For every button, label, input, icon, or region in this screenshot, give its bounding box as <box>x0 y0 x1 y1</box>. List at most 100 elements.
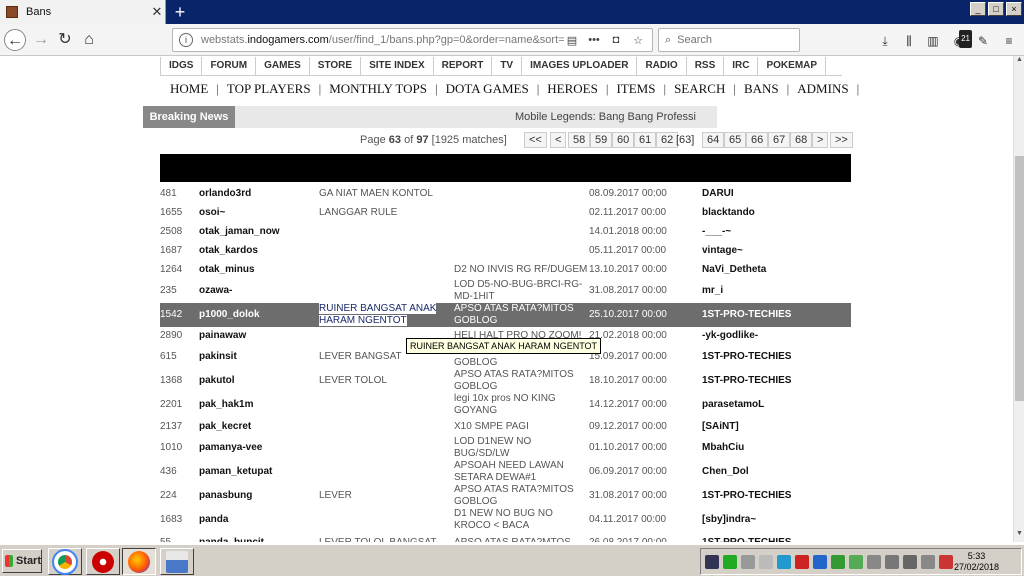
mainmenu-admins[interactable]: ADMINS <box>797 81 848 97</box>
url-bar[interactable]: i webstats.indogamers.com/user/find_1/ba… <box>172 28 653 52</box>
tray-tool-icon[interactable] <box>759 555 773 569</box>
addon-icon[interactable]: ✎ <box>974 32 992 50</box>
mainmenu-bans[interactable]: BANS <box>744 81 779 97</box>
topmenu-item-store[interactable]: STORE <box>310 56 362 75</box>
page-button[interactable]: 65 <box>724 132 747 148</box>
banned-by[interactable]: vintage~ <box>702 241 851 260</box>
topmenu-item-report[interactable]: REPORT <box>434 56 493 75</box>
pocket-icon[interactable]: ◘ <box>608 34 624 46</box>
player-name[interactable]: pakutol <box>199 369 319 393</box>
banned-by[interactable]: mr_i <box>702 279 851 303</box>
banned-by[interactable]: -yk-godlike- <box>702 327 851 345</box>
search-input[interactable] <box>677 34 788 46</box>
tray-blue-icon[interactable] <box>777 555 791 569</box>
clock[interactable]: 5:33 27/02/2018 <box>954 551 999 573</box>
banned-by[interactable]: 1ST-PRO-TECHIES <box>702 369 851 393</box>
taskbar-firefox[interactable] <box>122 548 156 575</box>
close-window-icon[interactable]: × <box>1006 2 1022 16</box>
tray-signal-icon[interactable] <box>903 555 917 569</box>
page-button[interactable]: << <box>524 132 547 148</box>
tray-chat-icon[interactable] <box>723 555 737 569</box>
tray-shield-icon[interactable] <box>813 555 827 569</box>
player-name[interactable]: painawaw <box>199 327 319 345</box>
table-row[interactable]: 2201 pak_hak1m legi 10x pros NO KING GOYAN… <box>160 393 851 417</box>
banned-by[interactable]: [SAiNT] <box>702 417 851 436</box>
vertical-scrollbar[interactable]: ▲ ▼ <box>1013 56 1024 542</box>
banned-by[interactable]: 1ST-PRO-TECHIES <box>702 484 851 508</box>
table-row[interactable]: 1542 p1000_dolok RUINER BANGSAT ANAK HARAM… <box>160 303 851 327</box>
player-name[interactable]: pakinsit <box>199 345 319 369</box>
topmenu-item-rss[interactable]: RSS <box>687 56 725 75</box>
table-row[interactable]: 436 paman_ketupat APSOAH NEED LAWAN SETARA… <box>160 460 851 484</box>
player-name[interactable]: ozawa- <box>199 279 319 303</box>
page-button[interactable]: 68 <box>790 132 813 148</box>
banned-by[interactable]: parasetamoL <box>702 393 851 417</box>
table-row[interactable]: 1010 pamanya-vee LOD D1NEW NO BUG/SD/LW 01.… <box>160 436 851 460</box>
table-row[interactable]: 2137 pak_kecret X10 SMPE PAGI 09.12.2017 00… <box>160 417 851 436</box>
player-name[interactable]: panda_buncit <box>199 532 319 542</box>
taskbar-chrome[interactable] <box>48 548 82 575</box>
tray-app-icon[interactable] <box>705 555 719 569</box>
table-row[interactable]: 1683 panda D1 NEW NO BUG NO KROCO < BACA 04… <box>160 508 851 532</box>
page-button[interactable]: >> <box>830 132 853 148</box>
player-name[interactable]: orlando3rd <box>199 184 319 203</box>
scroll-thumb[interactable] <box>1015 156 1024 401</box>
player-name[interactable]: p1000_dolok <box>199 303 319 327</box>
download-icon[interactable]: ⤓ <box>876 32 894 50</box>
topmenu-item-pokemap[interactable]: POKEMAP <box>758 56 827 75</box>
mainmenu-items[interactable]: ITEMS <box>616 81 655 97</box>
sidebar-icon[interactable]: ▥ <box>924 32 942 50</box>
banned-by[interactable]: NaVi_Detheta <box>702 260 851 279</box>
mainmenu-dota-games[interactable]: DOTA GAMES <box>446 81 529 97</box>
tray-update-icon[interactable] <box>831 555 845 569</box>
topmenu-item-images-uploader[interactable]: IMAGES UPLOADER <box>522 56 638 75</box>
banned-by[interactable]: 1ST-PRO-TECHIES <box>702 532 851 542</box>
banned-by[interactable]: DARUI <box>702 184 851 203</box>
topmenu-item-games[interactable]: GAMES <box>256 56 310 75</box>
table-row[interactable]: 2508 otak_jaman_now 14.01.2018 00:00 -___-~ <box>160 222 851 241</box>
topmenu-item-irc[interactable]: IRC <box>724 56 759 75</box>
topmenu-item-idgs[interactable]: IDGS <box>160 56 203 75</box>
tray-doc-icon[interactable] <box>741 555 755 569</box>
banned-by[interactable]: -___-~ <box>702 222 851 241</box>
player-name[interactable]: pak_hak1m <box>199 393 319 417</box>
banned-by[interactable]: Chen_Dol <box>702 460 851 484</box>
table-row[interactable]: 235 ozawa- LOD D5-NO-BUG-BRCI-RG-MD-1HIT 31… <box>160 279 851 303</box>
topmenu-item-forum[interactable]: FORUM <box>202 56 257 75</box>
browser-tab[interactable]: Bans ✕ <box>0 0 166 24</box>
player-name[interactable]: otak_kardos <box>199 241 319 260</box>
player-name[interactable]: pamanya-vee <box>199 436 319 460</box>
tray-antivirus-icon[interactable] <box>795 555 809 569</box>
bookmark-star-icon[interactable]: ☆ <box>630 34 646 47</box>
table-row[interactable]: 224 panasbung LEVER APSO ATAS RATA?MITOS GO… <box>160 484 851 508</box>
mainmenu-top-players[interactable]: TOP PLAYERS <box>227 81 311 97</box>
page-button[interactable]: 67 <box>768 132 791 148</box>
table-row[interactable]: 1368 pakutol LEVER TOLOL APSO ATAS RATA?MIT… <box>160 369 851 393</box>
player-name[interactable]: panasbung <box>199 484 319 508</box>
scroll-down-icon[interactable]: ▼ <box>1014 530 1024 542</box>
new-tab-button[interactable]: + <box>170 2 190 22</box>
table-row[interactable]: 1264 otak_minus D2 NO INVIS RG RF/DUGEM 13.… <box>160 260 851 279</box>
banned-by[interactable]: 1ST-PRO-TECHIES <box>702 345 851 369</box>
player-name[interactable]: osoi~ <box>199 203 319 222</box>
page-actions-icon[interactable]: ••• <box>586 34 602 46</box>
tray-green-icon[interactable] <box>849 555 863 569</box>
page-button[interactable]: > <box>812 132 829 148</box>
start-button[interactable]: Start <box>2 549 42 573</box>
reader-view-icon[interactable]: ▤ <box>564 34 580 47</box>
topmenu-item-site-index[interactable]: SITE INDEX <box>361 56 434 75</box>
library-icon[interactable]: ⫼ <box>900 32 918 50</box>
search-bar[interactable]: ⌕ <box>658 28 800 52</box>
table-row[interactable]: 1687 otak_kardos 05.11.2017 00:00 vintage~ <box>160 241 851 260</box>
topmenu-item-radio[interactable]: RADIO <box>637 56 687 75</box>
page-button[interactable]: 59 <box>590 132 613 148</box>
reload-icon[interactable]: ↻ <box>54 29 76 51</box>
page-button[interactable]: < <box>550 132 567 148</box>
banned-by[interactable]: [sby]indra~ <box>702 508 851 532</box>
banned-by[interactable]: 1ST-PRO-TECHIES <box>702 303 851 327</box>
minimize-icon[interactable]: _ <box>970 2 986 16</box>
page-button[interactable]: 64 <box>702 132 725 148</box>
table-row[interactable]: 1655 osoi~ LANGGAR RULE 02.11.2017 00:00 bla… <box>160 203 851 222</box>
maximize-icon[interactable]: □ <box>988 2 1004 16</box>
topmenu-item-tv[interactable]: TV <box>492 56 523 75</box>
